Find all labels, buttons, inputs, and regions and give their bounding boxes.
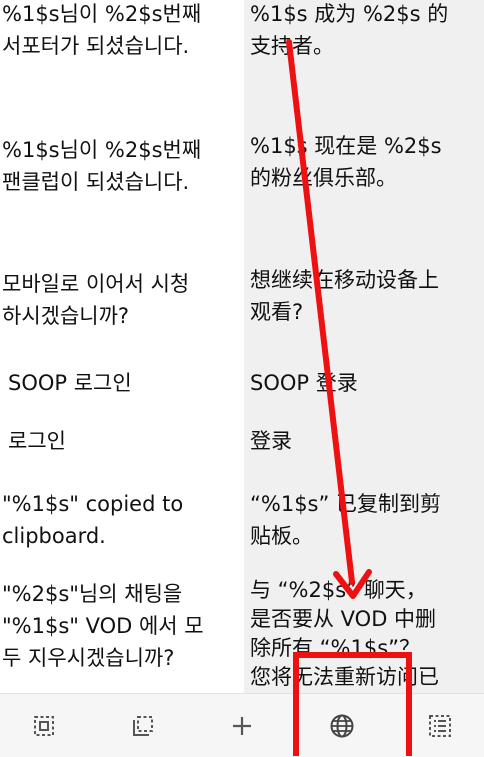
- chinese-text: %1$s 现在是 %2$s 的粉丝俱乐部。: [250, 134, 442, 190]
- translation-table: %1$s님이 %2$s번째 서포터가 되셨습니다. %1$s 成为 %2$s 的…: [0, 0, 484, 693]
- korean-text: 로그인: [8, 429, 66, 453]
- chinese-text: 与 “%2$s” 聊天， 是否要从 VOD 中删 除所有 “%1$s”？ 您将无…: [250, 578, 439, 689]
- table-row[interactable]: %1$s님이 %2$s번째 팬클럽이 되셨습니다. %1$s 现在是 %2$s …: [0, 86, 484, 219]
- add-icon: [233, 716, 251, 735]
- korean-text: 모바일로 이어서 시청 하시겠습니까?: [2, 272, 190, 328]
- chinese-cell[interactable]: 登录: [244, 412, 484, 474]
- chinese-text: SOOP 登录: [250, 371, 358, 395]
- chinese-cell[interactable]: 与 “%2$s” 聊天， 是否要从 VOD 中删 除所有 “%1$s”？ 您将无…: [244, 562, 484, 693]
- chinese-cell[interactable]: 想继续在移动设备上 观看?: [244, 218, 484, 352]
- korean-cell[interactable]: %1$s님이 %2$s번째 서포터가 되셨습니다.: [0, 0, 244, 86]
- crop-frame-button[interactable]: [113, 694, 173, 757]
- select-frame-button[interactable]: [14, 694, 74, 757]
- globe-icon: [330, 714, 354, 737]
- chinese-cell[interactable]: %1$s 成为 %2$s 的 支持者。: [244, 0, 484, 86]
- table-row[interactable]: 모바일로 이어서 시청 하시겠습니까? 想继续在移动设备上 观看?: [0, 218, 484, 353]
- korean-text: %1$s님이 %2$s번째 서포터가 되셨습니다.: [2, 2, 202, 58]
- korean-text: %1$s님이 %2$s번째 팬클럽이 되셨습니다.: [2, 138, 202, 194]
- chinese-text: 登录: [250, 429, 292, 453]
- korean-cell[interactable]: %1$s님이 %2$s번째 팬클럽이 되셨습니다.: [0, 86, 244, 218]
- table-row[interactable]: 로그인 登录: [0, 412, 484, 475]
- korean-text: "%1$s" copied to clipboard.: [2, 492, 184, 548]
- table-row[interactable]: SOOP 로그인 SOOP 登录: [0, 352, 484, 413]
- table-row[interactable]: "%2$s"님의 채팅을 "%1$s" VOD 에서 모 두 지우시겠습니까? …: [0, 562, 484, 693]
- bottom-toolbar: [0, 693, 484, 757]
- chinese-text: %1$s 成为 %2$s 的 支持者。: [250, 2, 449, 58]
- crop-frame-icon: [133, 715, 153, 736]
- list-button[interactable]: [410, 694, 470, 757]
- list-icon: [429, 714, 451, 737]
- table-row[interactable]: %1$s님이 %2$s번째 서포터가 되셨습니다. %1$s 成为 %2$s 的…: [0, 0, 484, 87]
- korean-cell[interactable]: "%1$s" copied to clipboard.: [0, 474, 244, 562]
- select-frame-icon: [34, 715, 54, 736]
- chinese-cell[interactable]: SOOP 登录: [244, 352, 484, 412]
- korean-text: "%2$s"님의 채팅을 "%1$s" VOD 에서 모 두 지우시겠습니까?: [2, 582, 204, 670]
- korean-text: SOOP 로그인: [8, 371, 132, 395]
- table-row[interactable]: "%1$s" copied to clipboard. “%1$s” 已复制到剪…: [0, 474, 484, 563]
- chinese-cell[interactable]: %1$s 现在是 %2$s 的粉丝俱乐部。: [244, 86, 484, 218]
- chinese-text: “%1$s” 已复制到剪 贴板。: [250, 492, 442, 548]
- add-button[interactable]: [212, 694, 272, 757]
- korean-cell[interactable]: 모바일로 이어서 시청 하시겠습니까?: [0, 218, 244, 352]
- chinese-cell[interactable]: “%1$s” 已复制到剪 贴板。: [244, 474, 484, 562]
- chinese-text: 想继续在移动设备上 观看?: [250, 268, 439, 324]
- korean-cell[interactable]: "%2$s"님의 채팅을 "%1$s" VOD 에서 모 두 지우시겠습니까?: [0, 562, 244, 693]
- korean-cell[interactable]: 로그인: [0, 412, 244, 474]
- korean-cell[interactable]: SOOP 로그인: [0, 352, 244, 412]
- translate-button[interactable]: [312, 694, 372, 757]
